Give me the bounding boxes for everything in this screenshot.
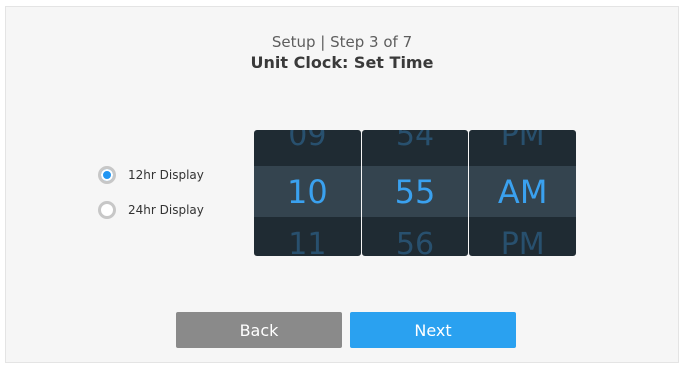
radio-12hr-display[interactable]: 12hr Display (98, 166, 204, 184)
radio-label-12hr: 12hr Display (128, 168, 204, 182)
setup-screen: Setup | Step 3 of 7 Unit Clock: Set Time… (5, 6, 679, 363)
minute-current: 55 (394, 173, 436, 211)
minute-wheel[interactable]: 54 55 56 (361, 130, 469, 256)
period-next[interactable]: PM (469, 227, 576, 256)
hour-current: 10 (286, 173, 328, 211)
minute-prev[interactable]: 54 (362, 130, 469, 153)
next-button[interactable]: Next (350, 312, 516, 348)
time-picker: 09 10 11 54 55 56 PM AM PM (254, 130, 577, 256)
radio-selected-icon[interactable] (98, 166, 116, 184)
hour-next[interactable]: 11 (254, 227, 361, 256)
back-button[interactable]: Back (176, 312, 342, 348)
page-title: Unit Clock: Set Time (250, 53, 434, 72)
period-prev[interactable]: PM (469, 130, 576, 153)
radio-24hr-display[interactable]: 24hr Display (98, 201, 204, 219)
period-current: AM (497, 173, 548, 211)
hour-prev[interactable]: 09 (254, 130, 361, 153)
minute-next[interactable]: 56 (362, 227, 469, 256)
step-indicator: Setup | Step 3 of 7 (271, 33, 413, 51)
period-wheel[interactable]: PM AM PM (469, 130, 577, 256)
radio-label-24hr: 24hr Display (128, 203, 204, 217)
radio-unselected-icon[interactable] (98, 201, 116, 219)
hour-wheel[interactable]: 09 10 11 (254, 130, 361, 256)
